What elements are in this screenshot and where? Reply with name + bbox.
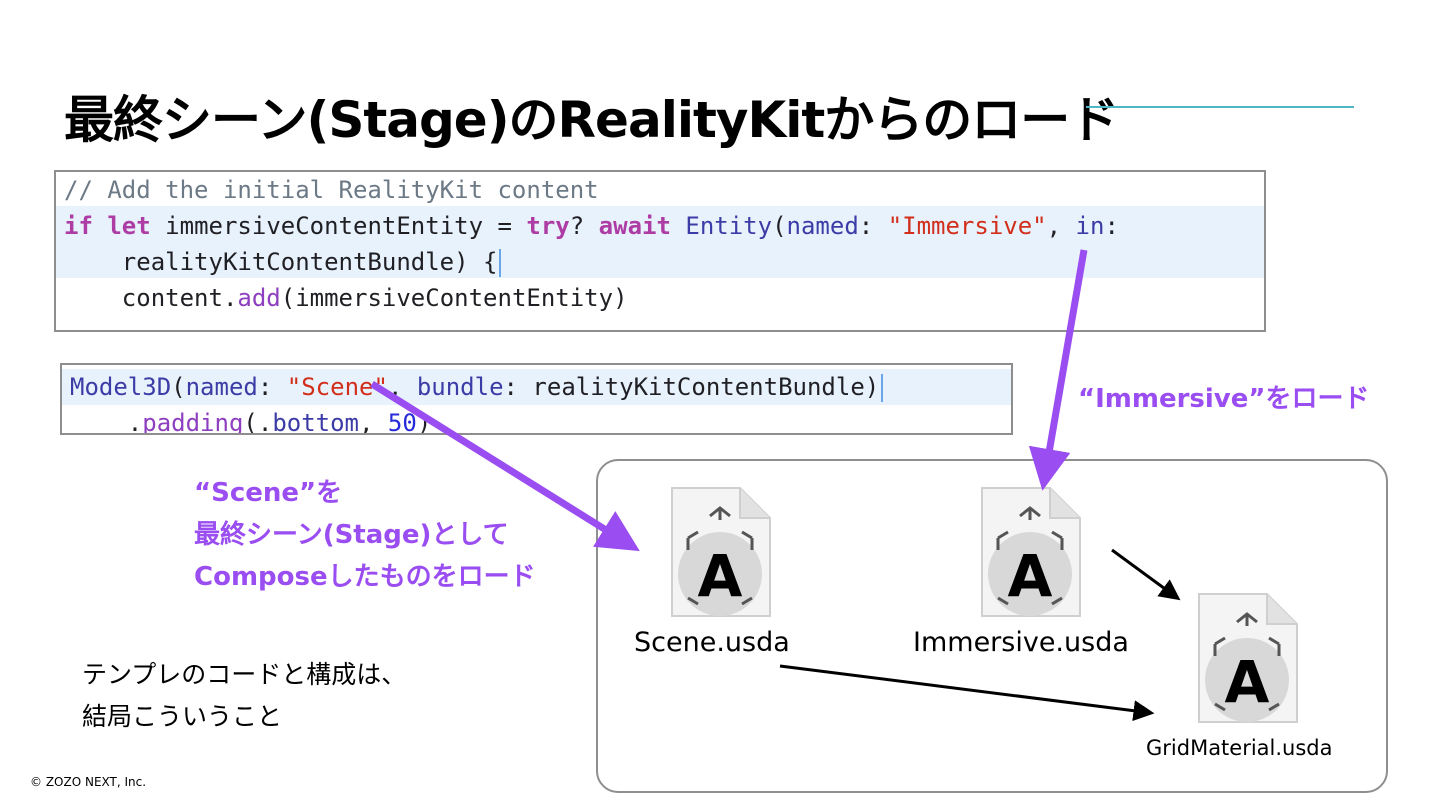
code-token: ( [171,373,186,401]
copyright: © ZOZO NEXT, Inc. [30,775,147,789]
code-token: , [1046,212,1076,240]
note-line-1: テンプレのコードと構成は、 [82,660,407,689]
code-token: try [526,212,570,240]
code-token: , [359,409,388,435]
code-token: // Add the initial RealityKit content [64,176,599,204]
slide-title: 最終シーン(Stage)のRealityKitからのロード [64,91,1119,149]
code-line-4: content.add(immersiveContentEntity) [64,280,628,316]
code-token: : [858,212,888,240]
note-line-2: 結局こういうこと [82,702,283,731]
immersive-load-label: “Immersive”をロード [1078,384,1370,414]
usd-document-icon: A [1198,593,1298,723]
code-token: let [107,212,151,240]
code-token: : [257,373,287,401]
code-token: named [185,373,258,401]
code-token: (. [243,409,273,435]
code-token: add [237,284,281,312]
code-line-1: Model3D(named: "Scene", bundle: realityK… [70,369,884,405]
immersive-usda-filename: Immersive.usda [913,627,1129,658]
code-line-2: .padding(.bottom, 50) [70,405,432,435]
scene-label-line-3: Composeしたものをロード [194,562,536,592]
code-line-2: if let immersiveContentEntity = try? awa… [64,208,1119,244]
grid-material-usda-file-icon: A [1197,592,1299,729]
icon-letter: A [1008,542,1053,610]
grid-material-usda-filename: GridMaterial.usda [1146,736,1333,760]
code-token: padding [142,409,244,435]
code-token: "Scene" [286,373,388,401]
text-cursor [881,374,884,402]
scene-label-line-1: “Scene”を [194,478,343,508]
code-token: Model3D [70,373,172,401]
code-line-1: // Add the initial RealityKit content [64,172,599,208]
text-cursor [499,249,502,277]
immersive-usda-file-icon: A [980,486,1082,623]
summary-note: テンプレのコードと構成は、 結局こういうこと [82,654,406,738]
scene-load-label: “Scene”を 最終シーン(Stage)として Composeしたものをロード [194,472,536,598]
code-token: : [1104,212,1119,240]
code-token: named [786,212,859,240]
code-token: ? [569,212,599,240]
code-line-3: realityKitContentBundle) { [64,244,502,280]
code-token: . [70,409,143,435]
code-token: bundle [416,373,504,401]
code-token: if [64,212,93,240]
usd-document-icon: A [671,487,771,617]
icon-letter: A [698,542,743,610]
code-token: in [1075,212,1105,240]
code-token: (immersiveContentEntity) [280,284,628,312]
code-token: Entity [685,212,773,240]
code-token: immersiveContentEntity = [150,212,527,240]
title-rule [1086,106,1354,108]
code-token: : realityKitContentBundle) [503,373,880,401]
code-token: ) [416,409,432,435]
code-token: ( [772,212,787,240]
code-token: content. [64,284,238,312]
code-token: realityKitContentBundle) { [64,248,498,276]
code-token: bottom [272,409,360,435]
code-token: await [598,212,671,240]
code-block-immersive: // Add the initial RealityKit content if… [54,170,1266,332]
scene-usda-filename: Scene.usda [634,627,790,658]
scene-usda-file-icon: A [670,486,772,623]
icon-letter: A [1225,648,1270,716]
code-token: "Immersive" [887,212,1047,240]
usd-document-icon: A [981,487,1081,617]
code-token: 50 [387,409,417,435]
scene-label-line-2: 最終シーン(Stage)として [194,520,509,550]
code-block-scene: Model3D(named: "Scene", bundle: realityK… [60,363,1013,435]
code-token: , [387,373,417,401]
